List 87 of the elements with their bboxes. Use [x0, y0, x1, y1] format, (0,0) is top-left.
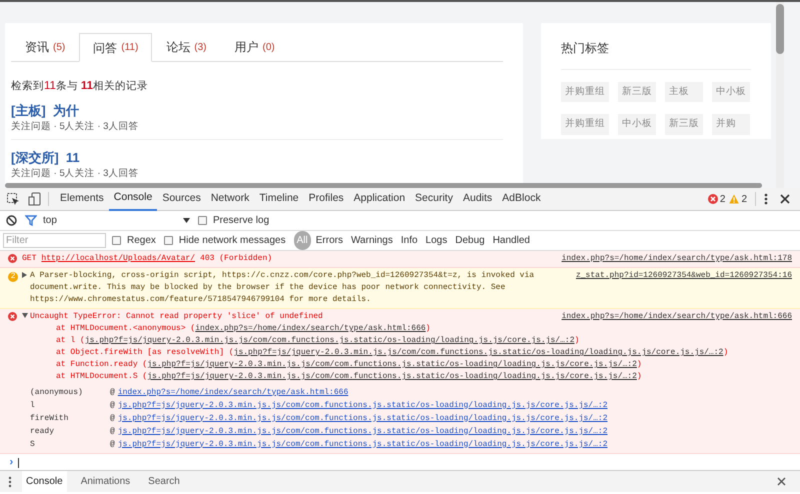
message-text: A Parser-blocking, cross-origin script, https://c.cnzz.com/core.php?web_id=1260927354&t=z, is invoked via document.write. This may be blocked by the browser if the device has poor network connectivity. See https://www.chromestatus.com/feature/5718547946799104 for more details. [30, 270, 536, 306]
level-filter[interactable]: Warnings [348, 231, 396, 250]
collapsed-triangle-icon[interactable] [22, 272, 28, 278]
devtools-tab[interactable]: Security [410, 188, 458, 210]
close-icon [780, 194, 790, 204]
stack-trace-line: at Object.fireWith [as resolveWith] (js.php?f=js/jquery-2.0.3.min.js.js/com/com.functions.js.static/os-loading/loading.js.js/core.js.js/…:2) [55, 347, 730, 359]
at-sign: @ [110, 400, 115, 412]
horizontal-scrollbar[interactable] [5, 183, 762, 188]
source-link[interactable]: js.php?f=js/jquery-2.0.3.min.js.js/com/com.functions.js.static/os-loading/loading.js.js/core.js.js/…:2 [118, 400, 608, 412]
stack-trace-line: at HTMLDocument.<anonymous> (index.php?s=/home/index/search/type/ask.html:666) [55, 323, 432, 335]
source-link[interactable]: js.php?f=js/jquery-2.0.3.min.js.js/com/com.functions.js.static/os-loading/loading.js.js/core.js.js/…:2 [118, 412, 608, 424]
stack-function-name: ready [30, 426, 56, 438]
stack-trace-line: at l (js.php?f=js/jquery-2.0.3.min.js.js/com/com.functions.js.static/os-loading/loading.js.js/core.js.js/…:2) [55, 335, 580, 347]
devtools-tab[interactable]: Timeline [254, 188, 304, 210]
sidebar-title: 热门标签 [561, 39, 751, 70]
at-sign: @ [110, 438, 115, 450]
level-filter[interactable]: Logs [422, 231, 450, 250]
stack-function-name: (anonymous) [30, 386, 84, 398]
dropdown-caret-icon [183, 218, 190, 223]
result-title-link[interactable]: [深交所] 11 [11, 150, 80, 166]
prompt-icon: › [8, 457, 15, 469]
level-filter[interactable]: Debug [452, 231, 488, 250]
result-meta: 关注问题 · 5人关注 · 3人回答 [11, 121, 138, 133]
devtools-tab[interactable]: AdBlock [497, 188, 546, 210]
error-count: 2 [720, 192, 726, 206]
source-link[interactable]: index.php?s=/home/index/search/type/ask.html:666 [118, 386, 348, 398]
devtools-tab[interactable]: Profiles [304, 188, 349, 210]
checkbox-label: Hide network messages [178, 234, 286, 248]
checkbox[interactable] [164, 236, 173, 245]
stack-function-name: S [30, 438, 36, 450]
checkbox[interactable] [198, 216, 207, 225]
source-link[interactable]: js.php?f=js/jquery-2.0.3.min.js.js/com/com.functions.js.static/os-loading/loading.js.js/core.js.js/…:2 [118, 426, 608, 438]
source-link[interactable]: js.php?f=js/jquery-2.0.3.min.js.js/com/com.functions.js.static/os-loading/loading.js.js/core.js.js/…:2 [118, 438, 608, 450]
inspect-icon [6, 192, 20, 206]
message-text: Uncaught TypeError: Cannot read property 'slice' of undefined [30, 311, 323, 323]
devtools-tab[interactable]: Sources [157, 188, 206, 210]
stack-function-name: l [30, 400, 36, 412]
message-text: 403 (Forbidden) [200, 253, 272, 265]
source-link[interactable]: index.php?s=/home/index/search/type/ask.html:178 [562, 253, 792, 265]
repeat-count: 2 [8, 272, 18, 282]
devtools-tab[interactable]: Application [348, 188, 410, 210]
devtools-tab[interactable]: Console [108, 188, 158, 210]
text-cursor [18, 458, 19, 468]
at-sign: @ [110, 386, 115, 398]
message-text: GET [22, 253, 36, 265]
result-title-link[interactable]: [主板] 为什 [11, 103, 79, 119]
result-tab[interactable]: 问答 (11) [79, 33, 152, 62]
filter-input[interactable]: Filter [3, 233, 106, 248]
result-tab[interactable]: 用户 (0) [220, 33, 289, 61]
more-menu-icon [764, 193, 768, 205]
source-link[interactable]: z_stat.php?id=1260927354&web_id=1260927354:16 [576, 270, 792, 306]
source-link[interactable]: index.php?s=/home/index/search/type/ask.html:666 [562, 311, 792, 323]
level-filter[interactable]: Info [398, 231, 421, 250]
search-summary: 检索到11条与 11相关的记录 [11, 79, 150, 93]
devtools-tab[interactable]: Network [206, 188, 254, 210]
devtools-tab[interactable]: Elements [55, 188, 109, 210]
source-link[interactable]: http://localhost/Uploads/Avatar/ [41, 253, 196, 265]
devtools-tab[interactable]: Audits [458, 188, 498, 210]
expanded-triangle-icon[interactable] [22, 313, 28, 319]
result-tab[interactable]: 论坛 (3) [152, 33, 221, 61]
drawer-tab[interactable]: Animations [76, 471, 134, 492]
warning-count: 2 [741, 192, 747, 206]
filter-icon [25, 215, 37, 226]
result-tab[interactable]: 资讯 (5) [11, 33, 80, 61]
close-icon [777, 477, 786, 486]
stack-trace-line: at HTMLDocument.S (js.php?f=js/jquery-2.0.3.min.js.js/com/com.functions.js.static/os-loading/loading.js.js/core.js.js/…:2) [55, 371, 643, 383]
device-icon [28, 192, 42, 206]
checkbox-label: Preserve log [213, 214, 270, 228]
clear-console-icon [6, 215, 17, 226]
drawer-tab[interactable]: Console [22, 471, 67, 492]
at-sign: @ [110, 426, 115, 438]
stack-function-name: fireWith [30, 412, 70, 424]
checkbox-label: Regex [127, 234, 156, 248]
error-icon [8, 312, 17, 321]
error-icon [8, 254, 17, 263]
result-meta: 关注问题 · 5人关注 · 3人回答 [11, 168, 138, 180]
level-filter[interactable]: Handled [490, 231, 533, 250]
more-menu-icon [8, 476, 12, 488]
level-filter[interactable]: Errors [312, 231, 346, 250]
drawer-tab[interactable]: Search [144, 471, 184, 492]
error-icon [708, 194, 718, 204]
scrollbar-thumb[interactable] [776, 4, 784, 54]
context-select[interactable]: top [43, 213, 190, 228]
stack-trace-line: at Function.ready (js.php?f=js/jquery-2.0.3.min.js.js/com/com.functions.js.static/os-loading/loading.js.js/core.js.js/…:2) [55, 359, 643, 371]
at-sign: @ [110, 412, 115, 424]
warning-icon [729, 194, 740, 204]
checkbox[interactable] [112, 236, 121, 245]
